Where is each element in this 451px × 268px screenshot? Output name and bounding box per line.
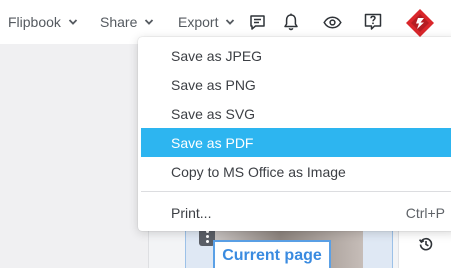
- menu-item-label: Save as PDF: [171, 134, 254, 151]
- save-as-pdf-item[interactable]: Save as PDF: [141, 128, 451, 157]
- menu-item-label: Copy to MS Office as Image: [171, 163, 346, 180]
- menu-item-label: Save as SVG: [171, 105, 256, 122]
- export-dropdown-menu: Save as JPEG Save as PNG Save as SVG Sav…: [138, 37, 451, 231]
- left-panel: [0, 44, 148, 268]
- export-menu-label: Export: [178, 14, 219, 30]
- comment-icon[interactable]: [247, 12, 267, 32]
- history-icon[interactable]: [418, 236, 434, 252]
- chevron-down-icon: [68, 18, 78, 26]
- save-as-png-item[interactable]: Save as PNG: [141, 70, 451, 99]
- share-menu-label: Share: [100, 14, 138, 30]
- menu-divider: [141, 191, 451, 192]
- flipbook-menu[interactable]: Flipbook: [8, 13, 78, 31]
- print-item[interactable]: Print... Ctrl+P: [141, 198, 451, 227]
- share-menu[interactable]: Share: [100, 13, 154, 31]
- menu-item-label: Save as JPEG: [171, 47, 263, 64]
- save-as-jpeg-item[interactable]: Save as JPEG: [141, 41, 451, 70]
- chevron-down-icon: [225, 18, 235, 26]
- app-window: Current page Flipbook Share Export Save …: [0, 0, 451, 268]
- menu-item-label: Save as PNG: [171, 76, 256, 93]
- keyboard-shortcut: Ctrl+P: [405, 204, 445, 221]
- copy-to-ms-office-item[interactable]: Copy to MS Office as Image: [141, 157, 451, 186]
- chevron-down-icon: [144, 18, 154, 26]
- menu-item-label: Print...: [171, 204, 212, 221]
- bell-icon[interactable]: [281, 12, 301, 32]
- save-as-svg-item[interactable]: Save as SVG: [141, 99, 451, 128]
- eye-icon[interactable]: [322, 12, 342, 32]
- export-menu[interactable]: Export: [178, 13, 235, 31]
- current-page-label: Current page: [213, 240, 331, 268]
- flipbook-menu-label: Flipbook: [8, 14, 61, 30]
- app-logo-icon[interactable]: [405, 8, 435, 38]
- help-icon[interactable]: [363, 12, 383, 32]
